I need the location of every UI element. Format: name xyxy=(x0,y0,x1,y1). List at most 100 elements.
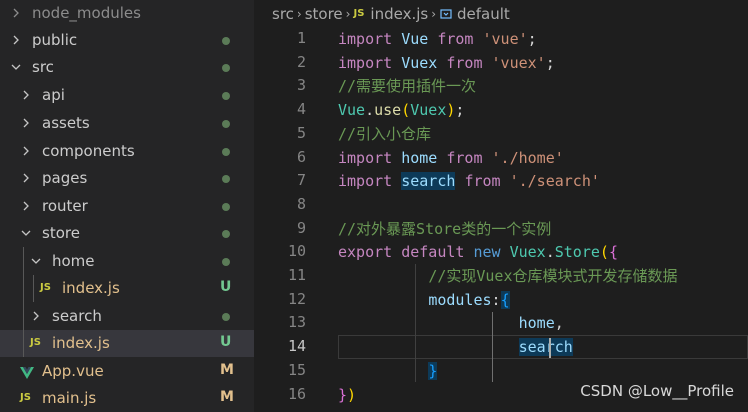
breadcrumb-item-src[interactable]: src xyxy=(272,5,294,23)
tree-file-app-vue[interactable]: App.vue M xyxy=(0,358,254,385)
code-token: ( xyxy=(401,101,411,120)
chevron-right-icon: › xyxy=(296,6,302,21)
javascript-file-icon: JS xyxy=(40,282,51,293)
tree-item-label: src xyxy=(32,58,54,76)
code-line[interactable]: import home from './home' xyxy=(338,146,564,170)
line-number: 7 xyxy=(296,171,306,190)
code-line[interactable]: export default new Vuex.Store({ xyxy=(338,240,618,264)
code-token: } xyxy=(428,361,438,380)
code-line[interactable]: Vue.use(Vuex); xyxy=(338,98,464,122)
tree-folder-router[interactable]: router xyxy=(0,193,254,220)
tree-folder-api[interactable]: api xyxy=(0,82,254,109)
code-line[interactable]: //需要使用插件一次 xyxy=(338,74,476,98)
tree-item-label: assets xyxy=(42,114,90,132)
code-token: home xyxy=(401,148,438,167)
code-line[interactable]: import Vue from 'vue'; xyxy=(338,27,537,51)
chevron-right-icon xyxy=(18,115,34,131)
indent-guide-active xyxy=(492,312,493,382)
tree-folder-assets[interactable]: assets xyxy=(0,110,254,137)
code-token: Vuex xyxy=(410,101,447,120)
line-number: 2 xyxy=(296,52,306,71)
tree-file-home-index-js[interactable]: JS index.js U xyxy=(0,275,254,302)
chevron-down-icon xyxy=(18,225,34,241)
tree-file-main-js[interactable]: JS main.js M xyxy=(0,385,254,412)
code-line[interactable]: } xyxy=(338,359,438,383)
breadcrumb-item-symbol[interactable]: default xyxy=(457,5,510,23)
code-token: Vuex xyxy=(401,53,438,72)
code-token: Store xyxy=(554,243,600,262)
code-token: import xyxy=(338,148,393,167)
line-number: 6 xyxy=(296,147,306,166)
code-line[interactable]: //对外暴露Store类的一个实例 xyxy=(338,217,551,241)
vue-file-icon xyxy=(20,365,34,379)
chevron-right-icon: › xyxy=(431,6,437,21)
code-editor[interactable]: src › store › JS index.js › default 1234… xyxy=(254,0,748,412)
code-token: //需要使用插件一次 xyxy=(338,77,477,96)
code-line[interactable]: import Vuex from 'vuex'; xyxy=(338,51,555,75)
code-token: : xyxy=(491,290,501,309)
code-line[interactable]: home, xyxy=(338,311,564,335)
code-line[interactable]: import search from './search' xyxy=(338,169,600,193)
javascript-file-icon: JS xyxy=(20,392,31,403)
tree-folder-public[interactable]: public xyxy=(0,27,254,54)
tree-item-label: index.js xyxy=(52,334,110,352)
code-token: import xyxy=(338,30,393,48)
code-token: import xyxy=(338,53,393,72)
tree-indent-guide xyxy=(33,275,34,302)
tree-file-store-index-js[interactable]: JS index.js U xyxy=(0,330,254,357)
code-line[interactable]: //实现Vuex仓库模块式开发存储数据 xyxy=(338,264,677,288)
javascript-file-icon: JS xyxy=(30,337,41,348)
code-line[interactable]: search xyxy=(338,335,573,359)
code-token: ; xyxy=(527,30,537,48)
breadcrumb-item-store[interactable]: store xyxy=(305,5,343,23)
code-token: Vue xyxy=(401,30,429,48)
tree-item-label: router xyxy=(42,197,88,215)
tree-folder-src[interactable]: src xyxy=(0,54,254,81)
tree-folder-store[interactable]: store xyxy=(0,220,254,247)
code-token: from xyxy=(437,30,474,48)
line-number: 1 xyxy=(296,29,306,47)
explorer-sidebar: node_modules public src api assets compo… xyxy=(0,0,254,412)
line-number: 14 xyxy=(287,337,306,356)
git-status-dot-icon xyxy=(222,92,230,100)
code-token: Vue xyxy=(338,101,366,120)
tree-folder-home[interactable]: home xyxy=(0,248,254,275)
chevron-down-icon xyxy=(28,253,44,269)
tree-folder-search[interactable]: search xyxy=(0,303,254,330)
tree-item-label: pages xyxy=(42,169,88,187)
tree-indent-guide xyxy=(23,247,24,357)
git-status-dot-icon xyxy=(222,230,230,238)
code-line[interactable]: }) xyxy=(338,383,356,407)
code-token: . xyxy=(365,101,375,120)
tree-item-label: node_modules xyxy=(32,4,141,22)
chevron-right-icon xyxy=(8,5,24,21)
tree-folder-node-modules[interactable]: node_modules xyxy=(0,0,254,27)
symbol-variable-icon xyxy=(439,7,453,21)
code-token: } xyxy=(338,385,348,404)
chevron-right-icon xyxy=(18,87,34,103)
code-token: from xyxy=(446,148,483,167)
breadcrumb-item-file[interactable]: index.js xyxy=(370,5,428,23)
git-modified-badge: M xyxy=(220,362,234,378)
tree-item-label: components xyxy=(42,142,135,160)
chevron-right-icon xyxy=(28,308,44,324)
code-line[interactable]: modules:{ xyxy=(338,288,510,312)
git-status-dot-icon xyxy=(222,258,230,266)
code-token: ; xyxy=(545,53,555,72)
code-token: './home' xyxy=(491,148,564,167)
line-number: 5 xyxy=(296,123,306,142)
tree-folder-components[interactable]: components xyxy=(0,138,254,165)
tree-item-label: main.js xyxy=(42,389,97,407)
tree-folder-pages[interactable]: pages xyxy=(0,165,254,192)
code-line[interactable]: //引入小仓库 xyxy=(338,122,431,146)
line-number: 8 xyxy=(296,194,306,213)
git-status-dot-icon xyxy=(222,175,230,183)
code-token: 'vue' xyxy=(482,30,528,48)
